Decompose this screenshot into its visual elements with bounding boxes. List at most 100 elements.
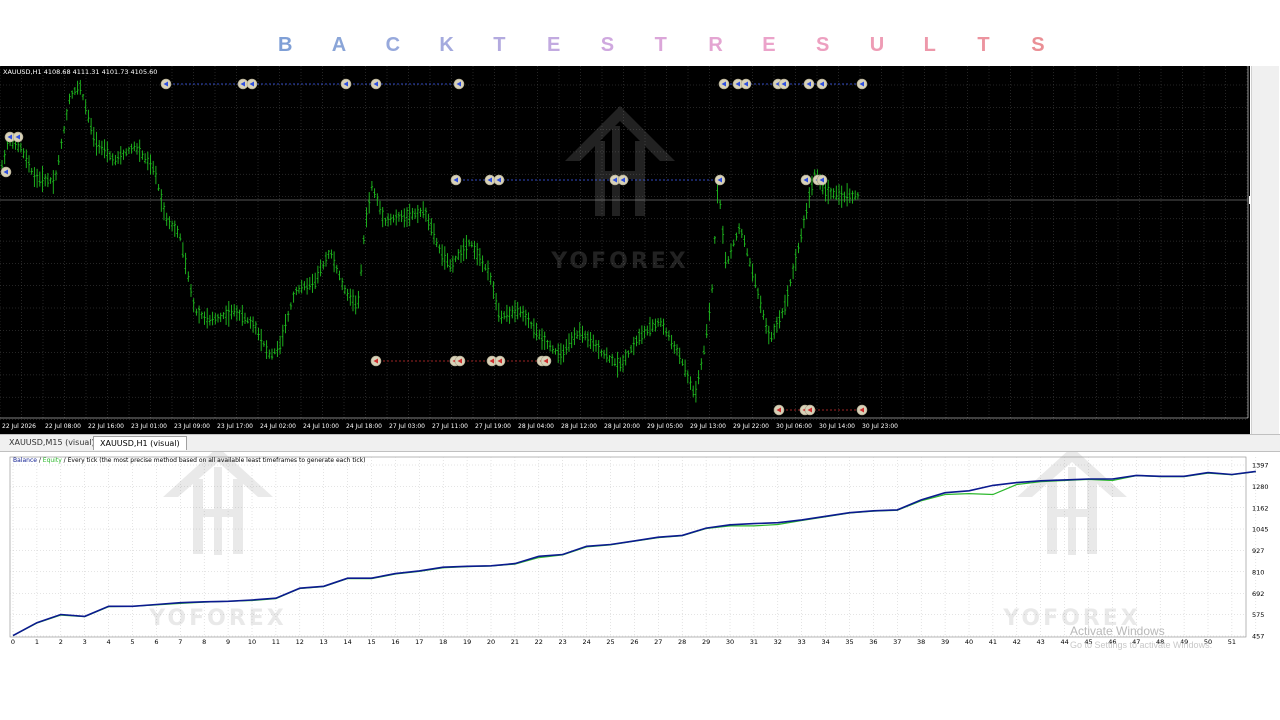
activate-windows-subtitle: Go to Settings to activate Windows. [1070,640,1213,650]
backtest-results-title: BACKTESTRESULTS [0,34,1280,60]
title-letter: S [816,34,830,56]
title-letter: T [977,34,990,56]
title-letter: K [439,34,454,56]
graph-x-tick-label: 20 [487,638,495,646]
time-tick-label: 22 Jul 08:00 [45,423,81,430]
graph-x-tick-label: 34 [821,638,829,646]
trade-marker [370,355,382,367]
graph-x-tick-label: 2 [59,638,63,646]
trade-marker [540,355,552,367]
trade-marker [453,78,465,90]
time-tick-label: 27 Jul 19:00 [475,423,511,430]
graph-x-tick-label: 28 [678,638,686,646]
graph-x-tick-label: 22 [535,638,543,646]
activate-windows-title: Activate Windows [1070,624,1165,638]
graph-x-tick-label: 40 [965,638,973,646]
graph-y-tick-label: 1280 [1252,483,1269,491]
time-tick-label: 24 Jul 02:00 [260,423,296,430]
graph-y-tick-label: 1045 [1252,526,1269,534]
title-letter: R [708,34,723,56]
time-tick-label: 28 Jul 04:00 [518,423,554,430]
graph-x-tick-label: 0 [11,638,15,646]
trade-marker [800,174,812,186]
trade-marker [484,174,496,186]
trade-marker [493,174,505,186]
time-tick-label: 24 Jul 10:00 [303,423,339,430]
time-tick-label: 29 Jul 22:00 [733,423,769,430]
graph-x-tick-label: 36 [869,638,877,646]
graph-x-tick-label: 21 [511,638,519,646]
tab-xauusd-h1[interactable]: XAUUSD,H1 (visual) [93,436,187,450]
graph-x-tick-label: 12 [296,638,304,646]
graph-x-tick-label: 31 [750,638,758,646]
trade-marker [803,78,815,90]
graph-x-tick-label: 39 [941,638,949,646]
trade-marker [370,78,382,90]
title-letter: B [278,34,293,56]
time-tick-label: 30 Jul 06:00 [776,423,812,430]
trade-marker [246,78,258,90]
graph-x-tick-label: 32 [774,638,782,646]
trade-marker [12,131,24,143]
title-letter: A [331,34,347,56]
graph-x-tick-label: 16 [391,638,399,646]
graph-x-tick-label: 41 [989,638,997,646]
graph-x-tick-label: 29 [702,638,710,646]
graph-x-tick-label: 18 [439,638,447,646]
trade-marker [804,404,816,416]
graph-x-tick-label: 14 [343,638,351,646]
graph-x-tick-label: 19 [463,638,471,646]
trade-marker [856,78,868,90]
graph-x-tick-label: 3 [83,638,87,646]
title-letter: C [385,34,401,56]
time-tick-label: 29 Jul 13:00 [690,423,726,430]
time-tick-label: 27 Jul 03:00 [389,423,425,430]
graph-x-tick-label: 11 [272,638,280,646]
graph-y-tick-label: 927 [1252,547,1264,555]
graph-x-tick-label: 43 [1037,638,1045,646]
title-letter: S [600,34,615,56]
time-tick-label: 22 Jul 2026 [2,423,36,430]
price-chart[interactable]: YOFOREX4165.404153.704142.304130.604119.… [0,66,1250,434]
graph-x-tick-label: 44 [1060,638,1068,646]
trade-marker [816,174,828,186]
graph-x-tick-label: 1 [35,638,39,646]
graph-x-tick-label: 15 [367,638,375,646]
graph-y-tick-label: 1397 [1252,462,1269,470]
time-tick-label: 24 Jul 18:00 [346,423,382,430]
trade-marker [160,78,172,90]
graph-x-tick-label: 27 [654,638,662,646]
tab-xauusd-m15[interactable]: XAUUSD,M15 (visual) [3,436,101,449]
trade-marker [718,78,730,90]
time-tick-label: 23 Jul 01:00 [131,423,167,430]
graph-x-tick-label: 8 [202,638,206,646]
current-price-box [1249,196,1250,204]
graph-x-tick-label: 23 [559,638,567,646]
graph-y-tick-label: 810 [1252,568,1264,576]
title-letter: T [654,34,667,56]
title-letter: S [1031,34,1045,56]
trade-marker [237,78,249,90]
graph-x-tick-label: 26 [630,638,638,646]
title-letter: E [762,34,776,56]
graph-x-tick-label: 35 [845,638,853,646]
graph-x-tick-label: 10 [248,638,256,646]
time-tick-label: 23 Jul 17:00 [217,423,253,430]
legend-balance: Balance [13,457,37,464]
trade-marker [494,355,506,367]
legend-equity: Equity [42,457,62,464]
graph-x-tick-label: 6 [154,638,158,646]
trade-marker [0,166,12,178]
graph-x-tick-label: 51 [1228,638,1236,646]
trade-marker [454,355,466,367]
yoforex-watermark-logo: YOFOREX [550,106,686,274]
graph-x-tick-label: 17 [415,638,423,646]
title-letter: E [547,34,561,56]
graph-x-tick-label: 9 [226,638,230,646]
graph-x-tick-label: 33 [798,638,806,646]
graph-x-tick-label: 37 [893,638,901,646]
time-tick-label: 22 Jul 16:00 [88,423,124,430]
legend-method: / Every tick (the most precise method ba… [61,457,366,464]
trade-marker [714,174,726,186]
balance-graph: 1397 1280 1162 1045 927 810 692 575 457 0 1 2 3 4 5 6 7 8… [0,452,1280,650]
